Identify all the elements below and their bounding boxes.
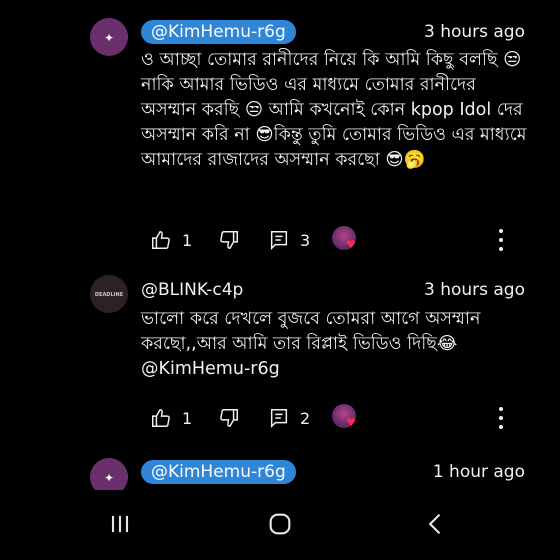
reply-button[interactable]: 2 — [268, 404, 310, 432]
more-vert-icon[interactable] — [496, 226, 506, 254]
system-nav-bar — [0, 490, 560, 560]
like-count: 1 — [182, 230, 193, 250]
like-button[interactable]: 1 — [150, 226, 192, 254]
reply-count: 2 — [300, 408, 311, 428]
recents-icon — [111, 515, 129, 533]
reply-button[interactable]: 3 — [268, 226, 310, 254]
reply-comment-icon — [270, 231, 288, 251]
like-count: 1 — [182, 408, 193, 428]
comment-actions: 1 2 ♥ — [150, 404, 550, 432]
reply-count: 3 — [300, 230, 311, 250]
svg-text:✦: ✦ — [104, 471, 114, 485]
back-button[interactable] — [416, 508, 456, 540]
thumb-up-icon — [152, 409, 170, 427]
comment-author[interactable]: @KimHemu-r6g — [141, 460, 296, 484]
heart-icon: ♥ — [346, 238, 356, 251]
comment-text: ভালো করে দেখলে বুজবে তোমরা আগে অসম্মান ক… — [141, 309, 481, 379]
svg-text:✦: ✦ — [104, 31, 114, 45]
more-vert-icon[interactable] — [496, 404, 506, 432]
kim-hemu-avatar[interactable]: ✦ — [90, 18, 128, 56]
comment-author[interactable]: @BLINK-c4p — [141, 278, 243, 302]
home-icon — [269, 513, 291, 535]
avatar-label: DEADLINE — [95, 292, 124, 298]
blink-avatar[interactable]: DEADLINE — [90, 275, 128, 313]
comment-text: ও আচ্ছা তোমার রানীদের নিয়ে কি আমি কিছু … — [141, 50, 527, 170]
comment-timestamp: 3 hours ago — [423, 22, 525, 42]
like-button[interactable]: 1 — [150, 404, 192, 432]
comment-author[interactable]: @KimHemu-r6g — [141, 20, 296, 44]
thumb-up-icon — [152, 231, 170, 249]
heart-icon: ♥ — [346, 416, 356, 429]
dislike-button[interactable] — [218, 404, 240, 432]
home-button[interactable] — [260, 508, 300, 540]
comment-actions: 1 3 ♥ — [150, 226, 550, 254]
reply-comment-icon — [270, 409, 288, 429]
thumb-down-icon — [220, 409, 238, 427]
dislike-button[interactable] — [218, 226, 240, 254]
creator-heart-avatar: ♥ — [332, 226, 356, 251]
comment-timestamp: 3 hours ago — [423, 280, 525, 300]
comment-timestamp: 1 hour ago — [432, 462, 525, 482]
creator-heart-avatar: ♥ — [332, 404, 356, 429]
back-icon — [428, 513, 441, 535]
recents-button[interactable] — [100, 508, 140, 540]
thumb-down-icon — [220, 231, 238, 249]
